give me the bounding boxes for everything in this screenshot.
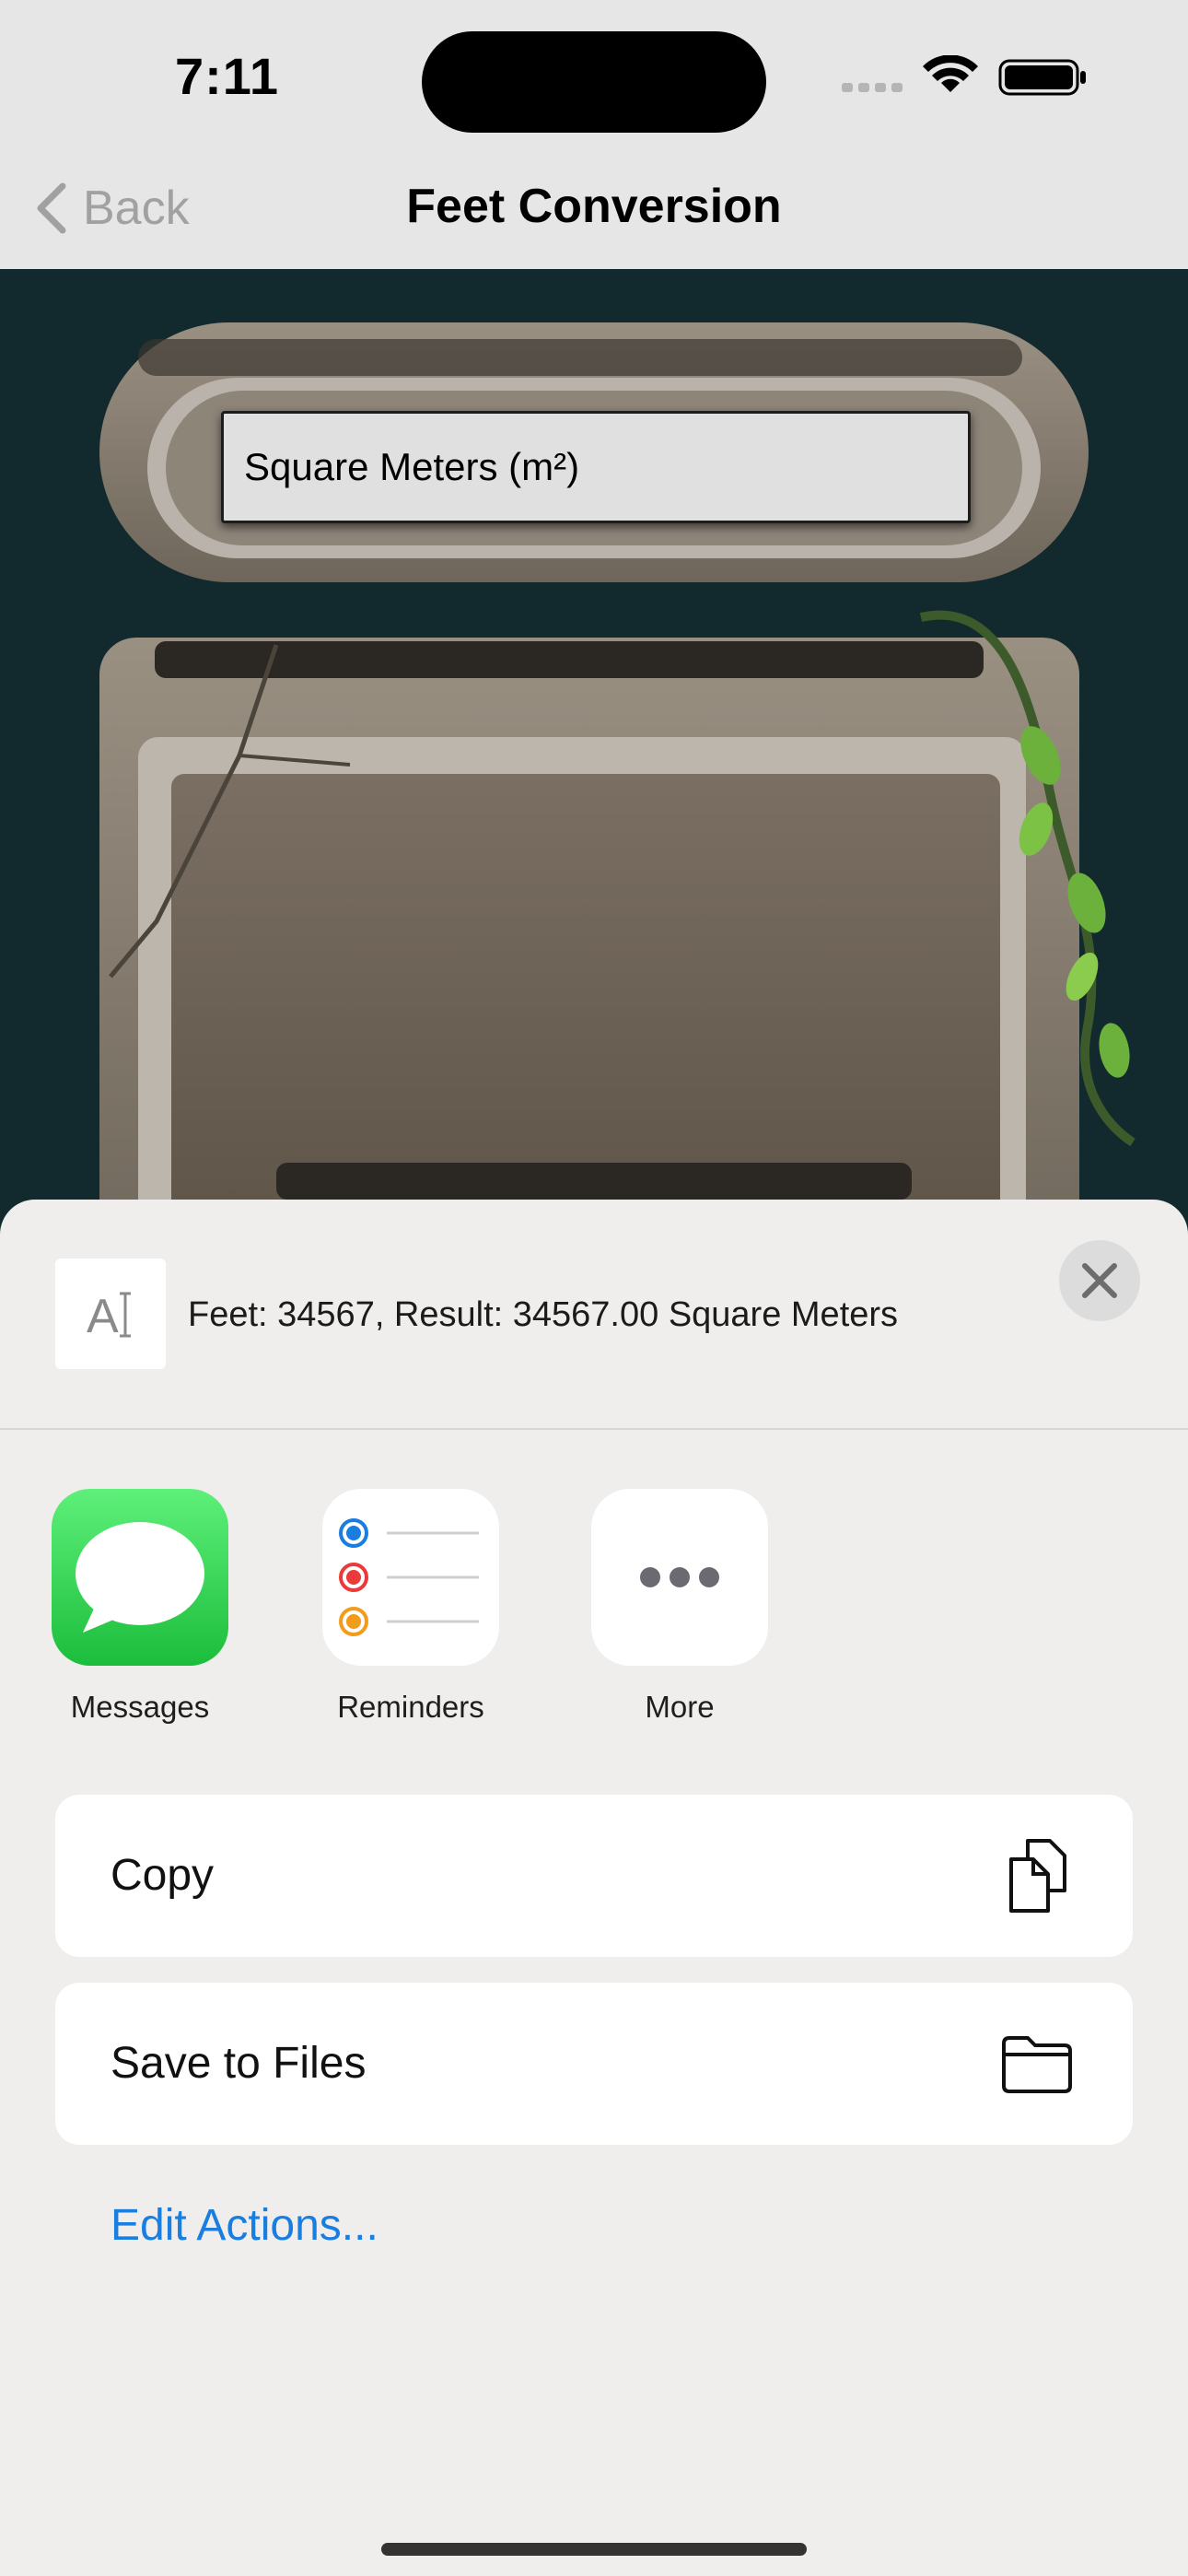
copy-icon	[1009, 1839, 1066, 1913]
unit-name-field: Square Meters (m²)	[221, 411, 971, 523]
cellular-signal-icon	[842, 83, 903, 92]
close-button[interactable]	[1059, 1240, 1140, 1321]
share-app-messages[interactable]: Messages	[52, 1489, 228, 1725]
save-to-files-action[interactable]: Save to Files	[55, 1983, 1133, 2145]
folder-icon	[1002, 2036, 1072, 2093]
top-bar: 7:11 Back Feet Conversion	[0, 0, 1188, 269]
app-label: More	[645, 1690, 715, 1724]
wifi-icon	[923, 55, 978, 92]
action-label: Copy	[111, 1851, 215, 1900]
svg-text:A: A	[87, 1290, 119, 1343]
edit-actions-link[interactable]: Edit Actions...	[111, 2200, 379, 2251]
text-document-icon: A	[55, 1259, 166, 1369]
reminders-icon	[322, 1489, 499, 1666]
share-app-reminders[interactable]: Reminders	[322, 1489, 499, 1725]
action-label: Save to Files	[111, 2039, 367, 2088]
more-icon	[591, 1489, 768, 1666]
page-title: Feet Conversion	[406, 180, 782, 233]
share-app-more[interactable]: More	[591, 1489, 768, 1725]
share-sheet: A Feet: 34567, Result: 34567.00 Square M…	[0, 1200, 1188, 2576]
status-time: 7:11	[175, 47, 279, 105]
close-icon	[1082, 1263, 1117, 1298]
share-preview-text: Feet: 34567, Result: 34567.00 Square Met…	[188, 1295, 899, 1334]
messages-icon	[52, 1489, 228, 1666]
battery-icon	[998, 59, 1086, 96]
dynamic-island	[422, 31, 766, 133]
copy-action[interactable]: Copy	[55, 1795, 1133, 1957]
app-label: Reminders	[337, 1690, 484, 1724]
status-icons	[842, 55, 1086, 96]
home-indicator[interactable]	[381, 2543, 807, 2556]
divider	[0, 1428, 1188, 1430]
app-label: Messages	[70, 1690, 210, 1724]
